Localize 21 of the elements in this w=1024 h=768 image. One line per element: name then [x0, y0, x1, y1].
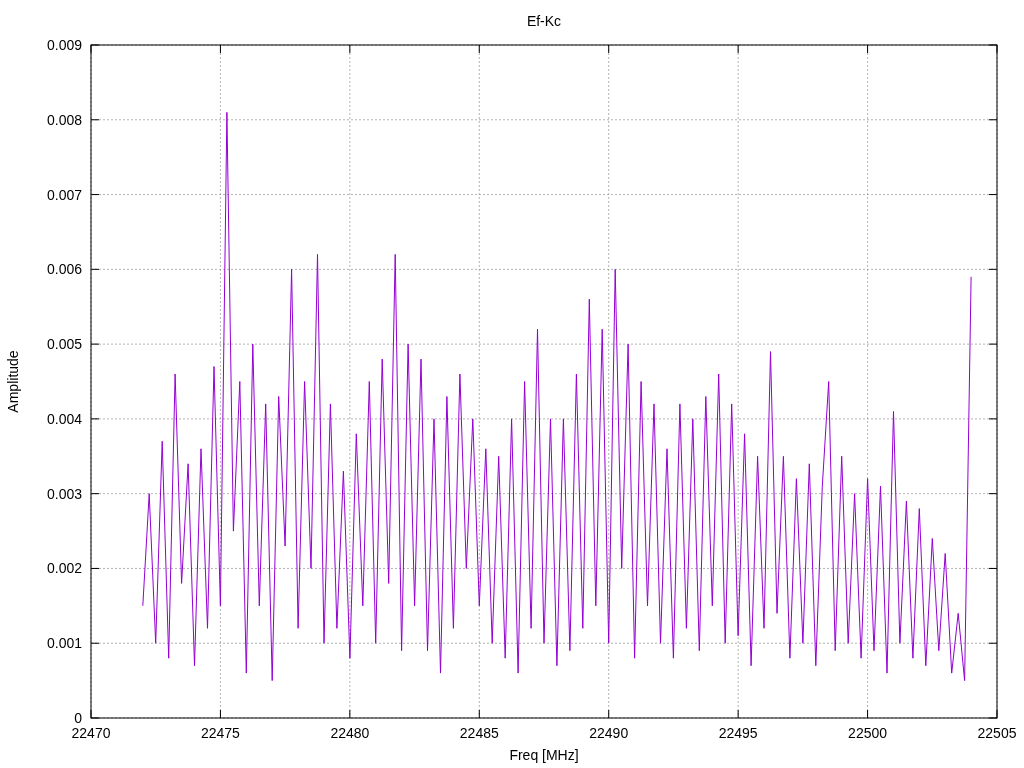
tick-label: 22470 — [71, 725, 111, 741]
tick-label: 0.003 — [46, 485, 82, 502]
tick-label: 0.007 — [46, 186, 82, 203]
tick-label: 0.004 — [46, 410, 82, 427]
tick-label: 22500 — [848, 725, 888, 741]
tick-label: 22495 — [718, 725, 758, 741]
tick-label: 0.005 — [46, 336, 82, 353]
tick-label: 0.008 — [46, 111, 82, 128]
tick-label: 0.006 — [46, 261, 82, 278]
tick-label: 22480 — [330, 725, 370, 741]
tick-label: 0.002 — [46, 560, 82, 577]
chart-title: Ef-Kc — [526, 13, 562, 29]
tick-label: 0.001 — [46, 635, 82, 652]
tick-label: 0 — [74, 710, 82, 726]
tick-label: 0.009 — [46, 37, 82, 53]
tick-label: 22475 — [200, 725, 240, 741]
tick-label: 22505 — [977, 725, 1017, 741]
tick-label: 22490 — [589, 725, 629, 741]
tick-label: 22485 — [459, 725, 499, 741]
axis-label: Freq [MHz] — [509, 747, 579, 763]
axis-label: Amplitude — [5, 350, 21, 413]
